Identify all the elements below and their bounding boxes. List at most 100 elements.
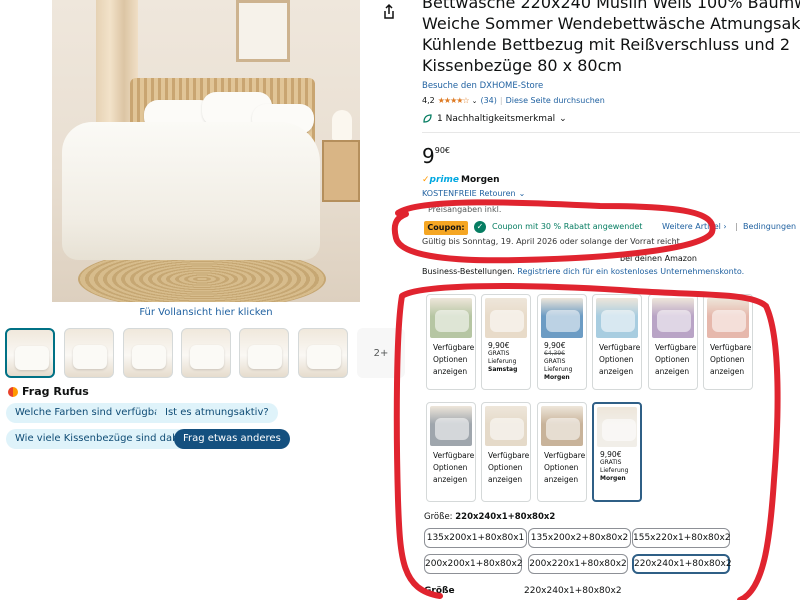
variant-swatch[interactable]: Verfügbare Optionen anzeigen [703, 294, 753, 390]
variant-label: 9,90€ GRATIS Lieferung Morgen [594, 447, 640, 485]
variant-label-line: anzeigen [488, 475, 523, 484]
prime-logo: ✓prime [422, 175, 459, 185]
variant-label-line: anzeigen [433, 367, 468, 376]
variant-label-line: Optionen [433, 463, 468, 472]
white-duvet [62, 122, 320, 260]
variant-label-line: GRATIS [544, 358, 566, 365]
business-row: Business-Bestellungen. Registriere dich … [422, 267, 745, 276]
rufus-header: Frag Rufus [8, 385, 89, 398]
size-bottom-value: 220x240x1+80x80x2 [524, 586, 622, 596]
variant-swatch[interactable]: Verfügbare Optionen anzeigen [537, 402, 587, 502]
variant-image [707, 298, 749, 338]
variant-label: Verfügbare Optionen anzeigen [704, 338, 752, 380]
thumbnail-6[interactable] [298, 328, 348, 378]
size-bottom-label: Größe [424, 586, 455, 596]
business-tail: bei deinen Amazon [620, 254, 697, 263]
thumbnail-4[interactable] [181, 328, 231, 378]
variant-swatch[interactable]: 9,90€ GRATIS Lieferung Morgen [592, 402, 642, 502]
price: 990€ [422, 144, 451, 168]
sustainability-row[interactable]: 1 Nachhaltigkeitsmerkmal ⌄ [422, 113, 567, 124]
size-option[interactable]: 135x200x1+80x80x1 [424, 528, 527, 548]
variant-image [541, 406, 583, 446]
size-option[interactable]: 220x240x1+80x80x2 [632, 554, 732, 574]
coupon-validity: Gültig bis Sonntag, 19. April 2026 oder … [422, 237, 683, 246]
more-thumbnails-button[interactable]: 2+ [357, 328, 405, 378]
size-option[interactable]: 135x200x2+80x80x2 [528, 528, 631, 548]
variant-label: 9,90€ GRATIS Lieferung Samstag [482, 338, 530, 376]
variant-label-line: Verfügbare [544, 451, 586, 460]
chevron-down-icon[interactable]: ⌄ [472, 97, 478, 105]
business-register-link[interactable]: Registriere dich für ein kostenloses Unt… [517, 267, 744, 276]
rufus-chip-colors[interactable]: Welche Farben sind verfügbar? [6, 403, 179, 423]
price-info: Preisangaben inkl. [428, 205, 502, 214]
size-header: Größe: 220x240x1+80x80x2 [424, 512, 556, 522]
variant-swatch[interactable]: Verfügbare Optionen anzeigen [648, 294, 698, 390]
thumbnail-5[interactable] [239, 328, 289, 378]
variant-image [430, 406, 472, 446]
rating-stars-icon[interactable]: ★★★★☆ [438, 96, 470, 105]
variant-label: Verfügbare Optionen anzeigen [427, 338, 475, 380]
variant-swatch[interactable]: 9,90€ GRATIS Lieferung Samstag [481, 294, 531, 390]
variant-label-line: Verfügbare [488, 451, 530, 460]
main-product-image[interactable] [52, 0, 360, 302]
variant-swatch[interactable]: Verfügbare Optionen anzeigen [426, 402, 476, 502]
variant-label-line: Optionen [544, 463, 579, 472]
variant-image [485, 406, 527, 446]
store-link[interactable]: Besuche den DXHOME-Store [422, 81, 543, 91]
search-page-link[interactable]: Diese Seite durchsuchen [506, 96, 605, 105]
variant-label-line: Morgen [600, 475, 626, 482]
variant-swatch[interactable]: Verfügbare Optionen anzeigen [426, 294, 476, 390]
leaf-icon [423, 114, 432, 123]
variant-label-line: 9,90€ [544, 341, 566, 350]
chevron-down-icon: ⌄ [559, 113, 567, 124]
size-option[interactable]: 200x200x1+80x80x2 [424, 554, 523, 574]
coupon-text: Coupon mit 30 % Rabatt angewendet [492, 222, 643, 231]
rufus-chip-pillowcases[interactable]: Wie viele Kissenbezüge sind dabei? [6, 429, 202, 449]
check-icon: ✓ [474, 221, 486, 233]
free-returns-link[interactable]: KOSTENFREIE Retouren ⌄ [422, 189, 525, 198]
size-option[interactable]: 155x220x1+80x80x2 [632, 528, 731, 548]
more-items-link[interactable]: Weitere Artikel › [662, 222, 727, 231]
variant-label-line: 9,90€ [488, 341, 510, 350]
variant-label-line: anzeigen [655, 367, 690, 376]
variant-label-line: Lieferung [600, 467, 629, 474]
thumbnail-1[interactable] [5, 328, 55, 378]
rufus-icon [8, 386, 18, 397]
variant-label-line: Optionen [433, 355, 468, 364]
variant-label: 9,90€ €4,39€ GRATIS Lieferung Morgen [538, 338, 586, 384]
variant-swatch[interactable]: Verfügbare Optionen anzeigen [592, 294, 642, 390]
thumbnail-3[interactable] [123, 328, 173, 378]
variant-label-line: Optionen [710, 355, 745, 364]
variant-swatch[interactable]: Verfügbare Optionen anzeigen [481, 402, 531, 502]
variant-label-line: Verfügbare [710, 343, 752, 352]
variant-label-line: anzeigen [599, 367, 634, 376]
nightstand [322, 140, 360, 202]
variant-label-line: anzeigen [433, 475, 468, 484]
variant-image [430, 298, 472, 338]
thumbnail-2[interactable] [64, 328, 114, 378]
variant-label-line: Lieferung [544, 366, 573, 373]
variant-label-line: Optionen [599, 355, 634, 364]
review-count[interactable]: (34) [480, 96, 496, 105]
variant-label-line: Morgen [544, 374, 570, 381]
rufus-ask-button[interactable]: Frag etwas anderes [174, 429, 290, 449]
rufus-chip-breathable[interactable]: Ist es atmungsaktiv? [156, 403, 278, 423]
variant-image [541, 298, 583, 338]
variant-label-line: Verfügbare [433, 451, 475, 460]
prime-row: ✓prime Morgen [422, 175, 500, 185]
fullview-link[interactable]: Für Vollansicht hier klicken [52, 307, 360, 318]
variant-label-line: GRATIS [488, 350, 510, 357]
variant-label-line: anzeigen [710, 367, 745, 376]
conditions-link[interactable]: Bedingungen [743, 222, 796, 231]
share-icon[interactable] [380, 3, 398, 21]
variant-swatch[interactable]: 9,90€ €4,39€ GRATIS Lieferung Morgen [537, 294, 587, 390]
variant-label-line: Verfügbare [599, 343, 641, 352]
divider [422, 132, 800, 133]
variant-label-line: Samstag [488, 366, 518, 373]
variant-label-line: €4,39€ [544, 350, 565, 357]
variant-label-line: Verfügbare [433, 343, 475, 352]
variant-image [597, 407, 637, 447]
variant-label-line: Verfügbare [655, 343, 697, 352]
size-option[interactable]: 200x220x1+80x80x2 [528, 554, 628, 574]
variant-label: Verfügbare Optionen anzeigen [649, 338, 697, 380]
